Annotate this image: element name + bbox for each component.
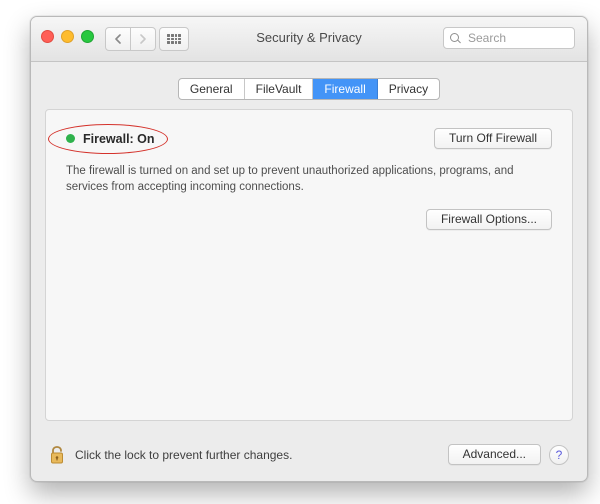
tab-general[interactable]: General — [179, 79, 245, 99]
turn-off-firewall-button[interactable]: Turn Off Firewall — [434, 128, 552, 149]
tab-firewall[interactable]: Firewall — [313, 79, 377, 99]
advanced-button[interactable]: Advanced... — [448, 444, 541, 465]
search-field[interactable] — [443, 27, 575, 49]
tab-bar: General FileVault Firewall Privacy — [31, 78, 587, 100]
search-icon — [450, 33, 461, 44]
firewall-status: Firewall: On — [66, 132, 155, 146]
footer: Click the lock to prevent further change… — [49, 444, 569, 465]
search-input[interactable] — [466, 30, 568, 46]
firewall-options-button[interactable]: Firewall Options... — [426, 209, 552, 230]
tab-filevault[interactable]: FileVault — [245, 79, 314, 99]
titlebar: Security & Privacy — [31, 17, 587, 62]
lock-icon[interactable] — [49, 445, 65, 465]
status-dot-icon — [66, 134, 75, 143]
content-panel: Firewall: On Turn Off Firewall The firew… — [45, 109, 573, 421]
preferences-window: Security & Privacy General FileVault Fir… — [30, 16, 588, 482]
tab-privacy[interactable]: Privacy — [378, 79, 439, 99]
firewall-description: The firewall is turned on and set up to … — [66, 163, 536, 195]
firewall-status-label: Firewall: On — [83, 132, 155, 146]
help-button[interactable]: ? — [549, 445, 569, 465]
lock-text: Click the lock to prevent further change… — [75, 448, 292, 462]
